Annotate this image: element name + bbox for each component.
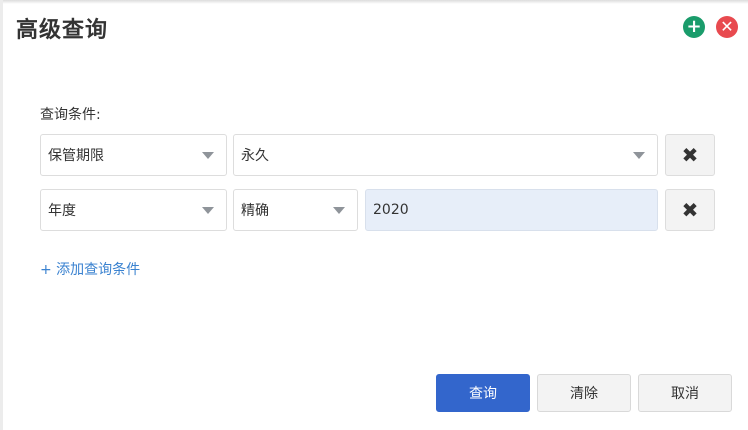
chevron-down-icon [202, 206, 214, 214]
top-shadow [0, 0, 748, 4]
condition-2-field-value: 年度 [48, 203, 76, 219]
x-icon: ✖ [681, 198, 699, 222]
cancel-button[interactable]: 取消 [638, 374, 732, 412]
condition-1-delete-button[interactable]: ✖ [665, 134, 715, 176]
chevron-down-icon [202, 151, 214, 159]
close-circle-icon[interactable]: ✕ [716, 16, 738, 38]
condition-1-field-value: 保管期限 [48, 148, 104, 164]
condition-1-field-select[interactable]: 保管期限 [40, 134, 227, 176]
condition-1-value-select[interactable]: 永久 [233, 134, 658, 176]
x-icon: ✖ [681, 143, 699, 167]
clear-button[interactable]: 清除 [537, 374, 631, 412]
chevron-down-icon [633, 151, 645, 159]
advanced-query-dialog: 高级查询 + ✕ 查询条件: 保管期限 永久 ✖ 年度 精确 2020 ✖ + … [0, 0, 748, 430]
dialog-title: 高级查询 [16, 18, 109, 43]
condition-1-value: 永久 [241, 148, 269, 164]
conditions-label: 查询条件: [40, 107, 101, 123]
plus-circle-icon[interactable]: + [683, 16, 705, 38]
add-condition-link[interactable]: + 添加查询条件 [40, 259, 140, 279]
condition-2-delete-button[interactable]: ✖ [665, 189, 715, 231]
left-edge [0, 0, 3, 430]
condition-2-value: 2020 [373, 202, 409, 218]
condition-2-operator: 精确 [241, 203, 269, 219]
condition-2-value-input[interactable]: 2020 [365, 189, 658, 231]
chevron-down-icon [333, 206, 345, 214]
condition-2-operator-select[interactable]: 精确 [233, 189, 358, 231]
query-button[interactable]: 查询 [436, 374, 530, 412]
condition-2-field-select[interactable]: 年度 [40, 189, 227, 231]
